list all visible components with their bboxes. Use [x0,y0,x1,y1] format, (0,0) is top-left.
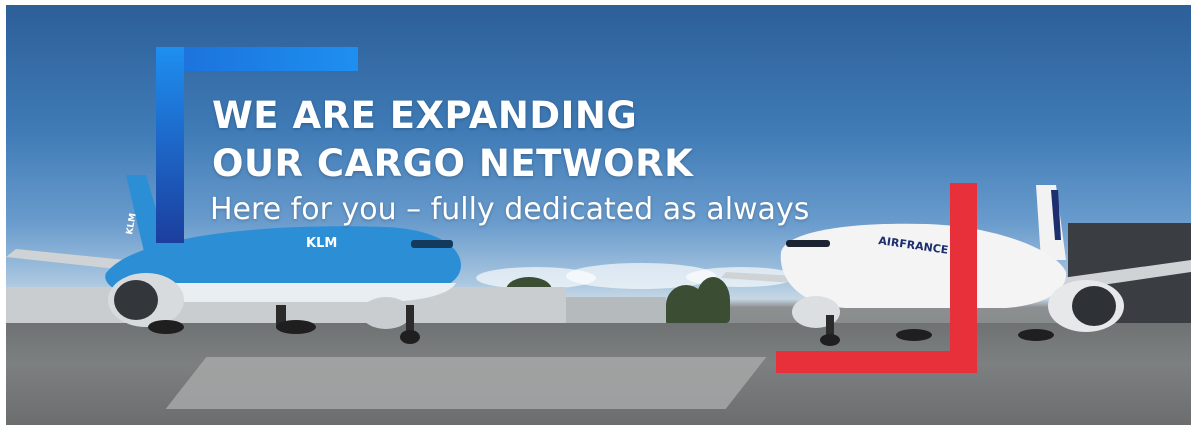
headline-line-2: OUR CARGO NETWORK [212,142,694,185]
klm-livery-text: KLM [306,236,337,251]
cargo-network-banner: KLM KLM AIRFRANCE WE ARE EXPANDING OUR C… [6,5,1191,425]
headline-line-1: WE ARE EXPANDING [212,94,638,137]
red-frame-side [950,183,977,373]
blue-frame-top [156,47,358,71]
blue-frame-side [156,47,184,243]
concrete-slab [165,357,767,409]
klm-tail-text: KLM [125,212,139,235]
subheadline: Here for you – fully dedicated as always [210,192,810,227]
red-frame-bottom [776,351,977,373]
